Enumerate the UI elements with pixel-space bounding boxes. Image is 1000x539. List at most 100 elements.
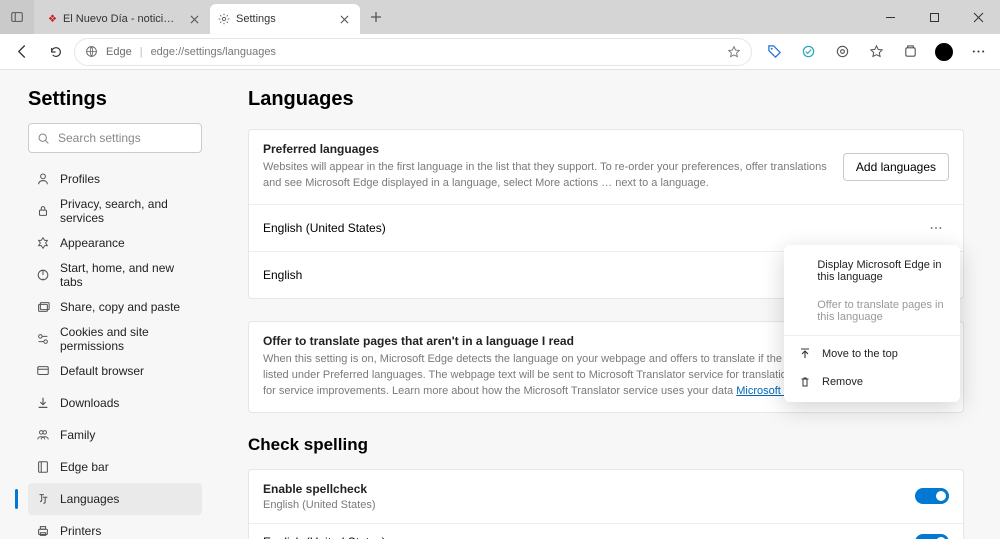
spell-title: Check spelling bbox=[248, 435, 964, 455]
ellipsis-icon bbox=[929, 221, 943, 235]
preferred-desc: Websites will appear in the first langua… bbox=[263, 160, 843, 192]
menu-move-to-top[interactable]: Move to the top bbox=[784, 340, 960, 368]
shopping-button[interactable] bbox=[758, 37, 790, 67]
nav-icon bbox=[36, 172, 50, 186]
favorite-icon[interactable] bbox=[727, 45, 741, 59]
refresh-button[interactable] bbox=[40, 37, 72, 67]
sidebar-item[interactable]: Languages bbox=[28, 483, 202, 515]
trophy-icon bbox=[801, 44, 816, 59]
sidebar-item[interactable]: Appearance bbox=[28, 227, 202, 259]
site-icon: ❖ bbox=[48, 14, 57, 25]
tab-label: Settings bbox=[236, 13, 330, 25]
tab-actions-button[interactable] bbox=[0, 0, 34, 34]
language-label: English (United States) bbox=[263, 221, 923, 235]
separator: | bbox=[140, 46, 143, 58]
close-tab-button[interactable] bbox=[336, 11, 352, 27]
search-icon bbox=[37, 132, 50, 145]
sidebar-item[interactable]: Edge bar bbox=[28, 451, 202, 483]
nav-icon bbox=[36, 364, 50, 378]
app-menu-button[interactable] bbox=[962, 37, 994, 67]
menu-remove[interactable]: Remove bbox=[784, 368, 960, 396]
menu-offer-translate: Offer to translate pages in this languag… bbox=[784, 291, 960, 331]
move-top-icon bbox=[798, 348, 812, 360]
nav-icon bbox=[36, 428, 50, 442]
settings-main: Languages Preferred languages Websites w… bbox=[216, 70, 1000, 539]
sidebar-item[interactable]: Default browser bbox=[28, 355, 202, 387]
sidebar-item[interactable]: Family bbox=[28, 419, 202, 451]
refresh-icon bbox=[49, 45, 63, 59]
back-button[interactable] bbox=[6, 37, 38, 67]
close-window-button[interactable] bbox=[956, 0, 1000, 34]
enable-spellcheck-caption: English (United States) bbox=[263, 499, 915, 511]
profile-button[interactable] bbox=[928, 37, 960, 67]
close-tab-button[interactable] bbox=[186, 11, 202, 27]
back-icon bbox=[15, 44, 30, 59]
avatar bbox=[935, 43, 953, 61]
nav-label: Start, home, and new tabs bbox=[60, 261, 194, 289]
tab-el-nuevo-dia[interactable]: ❖ El Nuevo Día - noticias de últim… bbox=[40, 4, 210, 34]
nav-icon bbox=[36, 396, 50, 410]
gear-icon bbox=[218, 13, 230, 25]
nav-icon bbox=[36, 300, 50, 314]
sidebar-item[interactable]: Share, copy and paste bbox=[28, 291, 202, 323]
sidebar-item[interactable]: Printers bbox=[28, 515, 202, 539]
tab-settings[interactable]: Settings bbox=[210, 4, 360, 34]
nav-label: Profiles bbox=[60, 172, 100, 186]
nav-icon bbox=[36, 236, 50, 250]
menu-display-in-language[interactable]: Display Microsoft Edge in this language bbox=[784, 251, 960, 291]
maximize-button[interactable] bbox=[912, 0, 956, 34]
minimize-button[interactable] bbox=[868, 0, 912, 34]
nav-icon bbox=[36, 524, 50, 538]
language-more-button[interactable] bbox=[923, 215, 949, 241]
settings-nav: Profiles Privacy, search, and servicesApp… bbox=[28, 163, 202, 539]
spellcheck-toggle[interactable] bbox=[915, 488, 949, 504]
language-context-menu: Display Microsoft Edge in this language … bbox=[784, 245, 960, 402]
ellipsis-icon bbox=[971, 44, 986, 59]
spellcheck-card: Enable spellcheck English (United States… bbox=[248, 469, 964, 539]
spell-language-toggle[interactable] bbox=[915, 534, 949, 539]
titlebar: ❖ El Nuevo Día - noticias de últim… Sett… bbox=[0, 0, 1000, 34]
nav-label: Share, copy and paste bbox=[60, 300, 180, 314]
puzzle-icon bbox=[835, 44, 850, 59]
plus-icon bbox=[370, 11, 382, 23]
minimize-icon bbox=[885, 12, 896, 23]
sidebar-item[interactable]: Privacy, search, and services bbox=[28, 195, 202, 227]
nav-label: Edge bar bbox=[60, 460, 109, 474]
settings-sidebar: Settings Search settings Profiles Privacy… bbox=[0, 70, 216, 539]
toolbar: Edge | edge://settings/languages bbox=[0, 34, 1000, 70]
nav-icon bbox=[36, 492, 50, 506]
extensions-button[interactable] bbox=[826, 37, 858, 67]
address-bar[interactable]: Edge | edge://settings/languages bbox=[74, 38, 752, 66]
nav-label: Downloads bbox=[60, 396, 119, 410]
window-controls bbox=[868, 0, 1000, 34]
sidebar-item[interactable]: Start, home, and new tabs bbox=[28, 259, 202, 291]
rewards-button[interactable] bbox=[792, 37, 824, 67]
sidebar-item[interactable]: Profiles bbox=[28, 163, 202, 195]
tag-icon bbox=[767, 44, 782, 59]
sidebar-item[interactable]: Downloads bbox=[28, 387, 202, 419]
preferred-heading: Preferred languages bbox=[263, 142, 843, 156]
url-text: edge://settings/languages bbox=[151, 46, 276, 58]
maximize-icon bbox=[929, 12, 940, 23]
sidebar-item[interactable]: Cookies and site permissions bbox=[28, 323, 202, 355]
collections-icon bbox=[903, 44, 918, 59]
add-languages-button[interactable]: Add languages bbox=[843, 153, 949, 181]
star-plus-icon bbox=[869, 44, 884, 59]
new-tab-button[interactable] bbox=[362, 3, 390, 31]
close-icon bbox=[340, 15, 349, 24]
nav-label: Cookies and site permissions bbox=[60, 325, 194, 353]
nav-icon bbox=[36, 332, 50, 346]
sidebar-title: Settings bbox=[28, 88, 202, 111]
nav-label: Default browser bbox=[60, 364, 144, 378]
protocol-label: Edge bbox=[106, 46, 132, 58]
nav-label: Printers bbox=[60, 524, 101, 538]
page-title: Languages bbox=[248, 88, 964, 111]
tab-actions-icon bbox=[10, 10, 24, 24]
enable-spellcheck-label: Enable spellcheck bbox=[263, 482, 915, 496]
nav-label: Privacy, search, and services bbox=[60, 197, 194, 225]
nav-icon bbox=[36, 204, 50, 218]
favorites-button[interactable] bbox=[860, 37, 892, 67]
collections-button[interactable] bbox=[894, 37, 926, 67]
search-input[interactable]: Search settings bbox=[28, 123, 202, 153]
trash-icon bbox=[798, 376, 812, 388]
